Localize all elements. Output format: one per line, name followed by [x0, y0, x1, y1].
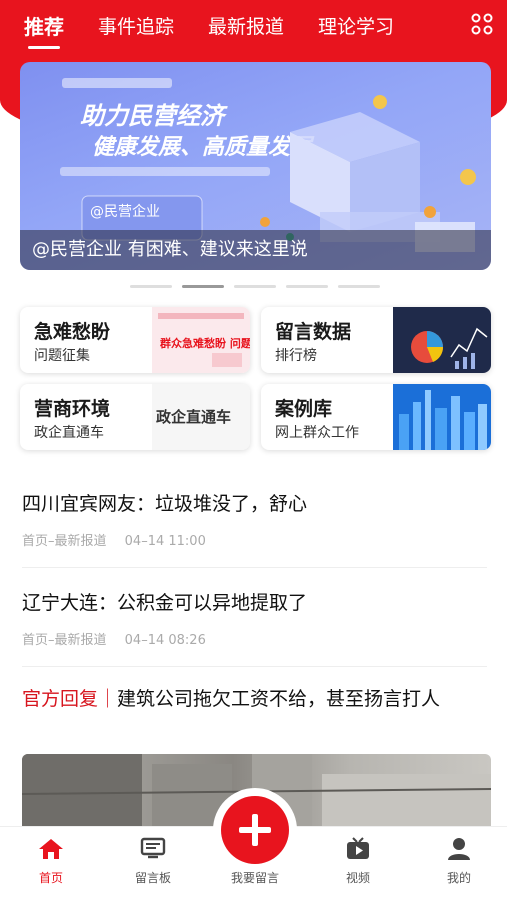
news-source: 首页–最新报道 — [22, 534, 107, 549]
tab-recommend[interactable]: 推荐 — [24, 11, 64, 49]
banner-caption: @民营企业 有困难、建议来这里说 — [20, 230, 491, 270]
divider — [22, 666, 487, 667]
banner-headline-1: 助力民营经济 — [80, 102, 228, 130]
official-reply-tag: 官方回复｜ — [22, 688, 118, 710]
nav-video[interactable]: 视频 — [318, 837, 398, 886]
tab-event-tracking[interactable]: 事件追踪 — [98, 12, 174, 39]
carousel-indicator — [130, 285, 380, 288]
post-message-button[interactable] — [221, 796, 289, 864]
news-item[interactable]: 四川宜宾网友：垃圾堆没了，舒心 首页–最新报道 04–14 11:00 — [22, 490, 487, 549]
card-chart-image — [393, 307, 491, 373]
card-subtitle: 问题征集 — [34, 348, 90, 364]
post-message-label: 我要留言 — [230, 871, 279, 885]
card-title: 急难愁盼 — [34, 321, 111, 343]
news-item[interactable]: 辽宁大连：公积金可以异地提取了 首页–最新报道 04–14 08:26 — [22, 589, 487, 648]
grid-menu-icon[interactable] — [471, 13, 493, 35]
plus-icon — [239, 814, 271, 846]
card-image-text: 政企直通车 — [156, 408, 231, 426]
carousel-dot-active — [182, 285, 224, 288]
tab-latest-reports[interactable]: 最新报道 — [208, 12, 284, 39]
promo-banner[interactable]: 助力民营经济 健康发展、高质量发展 @民营企业 @民营企业 有困难、建议来这里说 — [20, 62, 491, 270]
news-title: 四川宜宾网友：垃圾堆没了，舒心 — [22, 493, 308, 515]
card-image-text: 群众急难愁盼 问题征集 — [159, 336, 250, 350]
news-title: 建筑公司拖欠工资不给，甚至扬言打人 — [117, 688, 441, 710]
card-urgent-issues[interactable]: 急难愁盼 问题征集 群众急难愁盼 问题征集 — [20, 307, 250, 373]
nav-home[interactable]: 首页 — [11, 837, 91, 886]
tab-theory-study[interactable]: 理论学习 — [318, 12, 394, 39]
banner-headline-2: 健康发展、高质量发展 — [92, 134, 315, 160]
card-title: 营商环境 — [34, 398, 111, 420]
news-meta: 首页–最新报道 04–14 08:26 — [22, 629, 487, 648]
news-item[interactable]: 官方回复｜建筑公司拖欠工资不给，甚至扬言打人 — [22, 685, 487, 713]
news-time: 04–14 08:26 — [124, 633, 206, 648]
card-subtitle: 网上群众工作 — [275, 425, 359, 441]
carousel-dot — [130, 285, 172, 288]
card-subtitle: 排行榜 — [275, 348, 317, 364]
news-time: 04–14 11:00 — [124, 534, 206, 549]
card-subtitle: 政企直通车 — [34, 425, 104, 441]
nav-label: 我的 — [446, 871, 471, 885]
carousel-dot — [338, 285, 380, 288]
user-icon — [448, 838, 470, 860]
card-title: 留言数据 — [275, 321, 352, 343]
video-icon — [347, 837, 369, 859]
nav-label: 首页 — [38, 871, 63, 885]
card-direct-train-image: 政企直通车 — [152, 384, 250, 450]
nav-label: 视频 — [345, 871, 370, 885]
nav-mine[interactable]: 我的 — [419, 837, 499, 886]
carousel-dot — [234, 285, 276, 288]
nav-message-board[interactable]: 留言板 — [113, 837, 193, 886]
divider — [22, 567, 487, 568]
card-case-library[interactable]: 案例库 网上群众工作 — [261, 384, 491, 450]
nav-label: 留言板 — [134, 871, 171, 885]
board-icon — [140, 837, 166, 859]
news-meta: 首页–最新报道 04–14 11:00 — [22, 530, 487, 549]
news-source: 首页–最新报道 — [22, 633, 107, 648]
card-message-data[interactable]: 留言数据 排行榜 — [261, 307, 491, 373]
news-headline: 官方回复｜建筑公司拖欠工资不给，甚至扬言打人 — [22, 685, 487, 713]
banner-badge-text: @民营企业 — [90, 203, 160, 220]
card-title: 案例库 — [275, 398, 333, 420]
card-urgent-image: 群众急难愁盼 问题征集 — [152, 307, 250, 373]
carousel-dot — [286, 285, 328, 288]
home-icon — [39, 839, 63, 859]
top-tab-bar: 推荐 事件追踪 最新报道 理论学习 — [0, 0, 507, 50]
card-business-environment[interactable]: 营商环境 政企直通车 政企直通车 — [20, 384, 250, 450]
card-city-image — [393, 384, 491, 450]
news-title: 辽宁大连：公积金可以异地提取了 — [22, 592, 308, 614]
